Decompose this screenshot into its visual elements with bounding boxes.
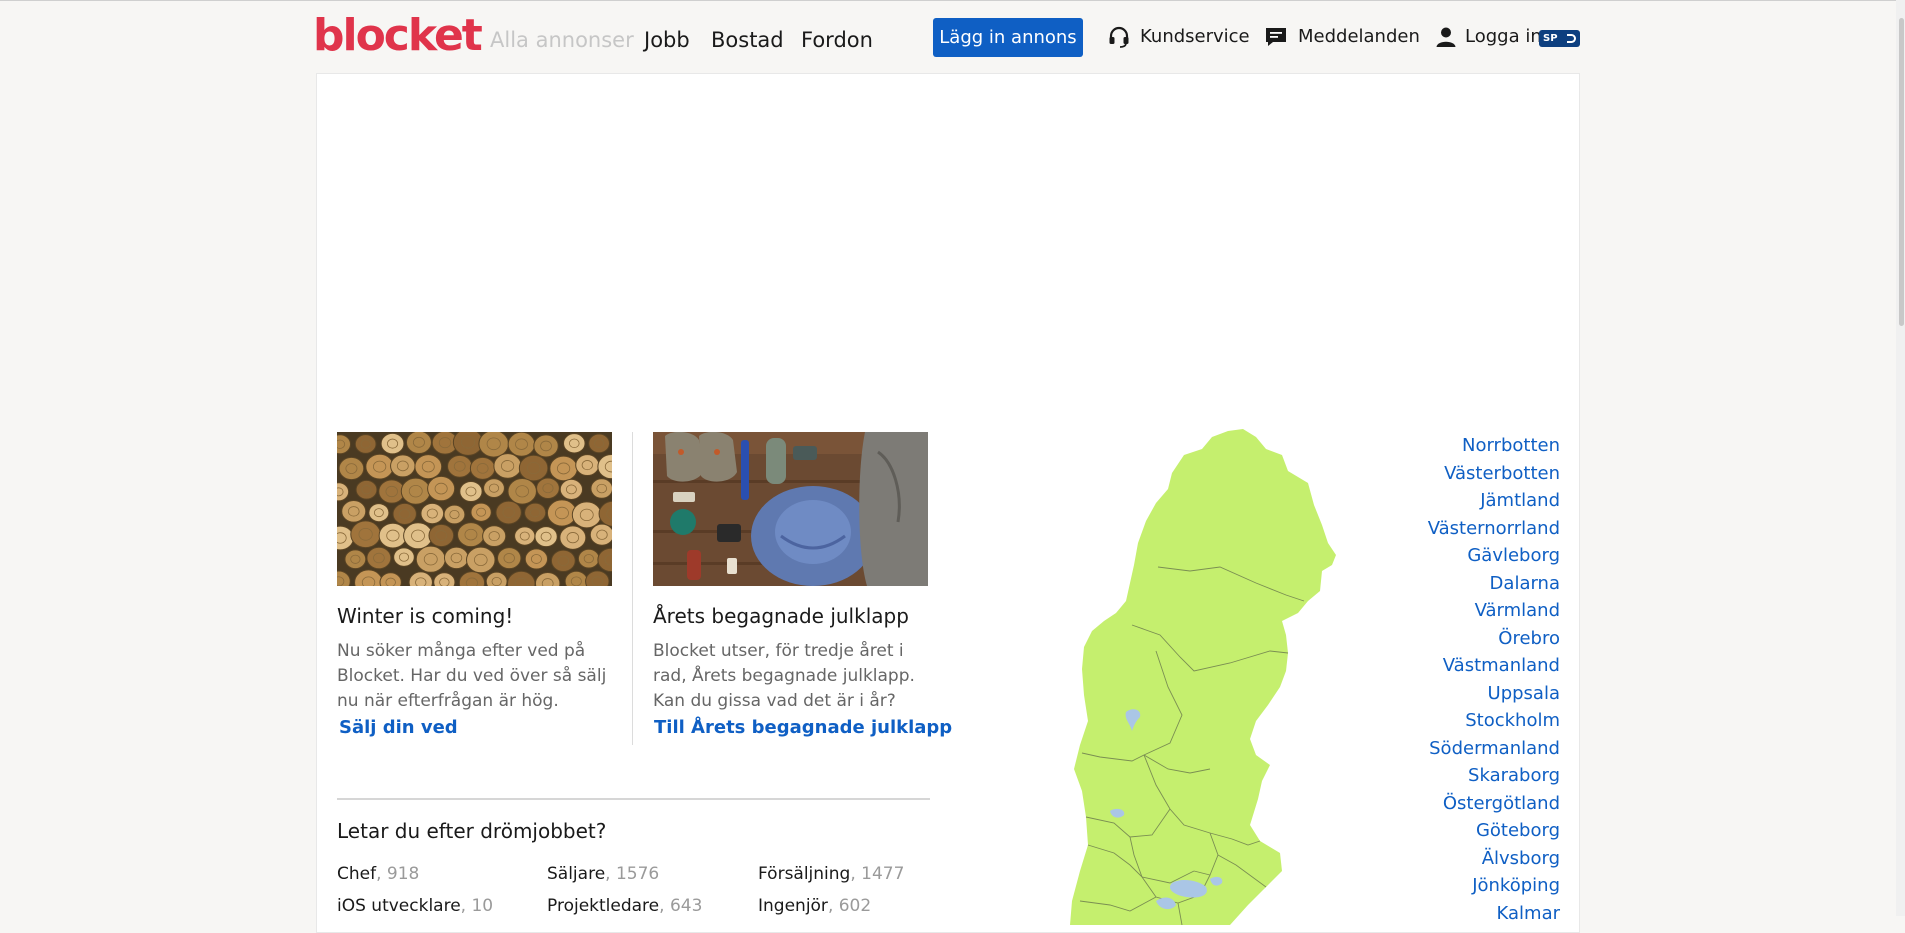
job-count: , 602 — [827, 896, 872, 916]
region-link-dalarna[interactable]: Dalarna — [1428, 570, 1560, 598]
customer-service-link[interactable]: Kundservice — [1107, 23, 1250, 51]
region-link-kalmar[interactable]: Kalmar — [1428, 900, 1560, 928]
region-link-vasternorrland[interactable]: Västernorrland — [1428, 515, 1560, 543]
region-link-goteborg[interactable]: Göteborg — [1428, 817, 1560, 845]
sell-firewood-link[interactable]: Sälj din ved — [339, 715, 458, 741]
card-divider — [632, 432, 633, 745]
region-list: Norrbotten Västerbotten Jämtland Västern… — [1428, 432, 1560, 927]
nav-all-ads[interactable]: Alla annonser — [490, 26, 634, 54]
nav-housing[interactable]: Bostad — [711, 26, 784, 54]
nav-vehicles[interactable]: Fordon — [801, 26, 873, 54]
job-name: Projektledare — [547, 896, 660, 916]
job-name: Ingenjör — [758, 896, 828, 916]
card-title-winter[interactable]: Winter is coming! — [337, 603, 513, 629]
headset-icon — [1109, 26, 1129, 48]
job-count: , 643 — [659, 896, 703, 916]
job-category-link[interactable]: Ingenjör, 602 — [758, 894, 871, 918]
region-link-ostergotland[interactable]: Östergötland — [1428, 790, 1560, 818]
login-label: Logga in — [1465, 26, 1542, 47]
job-name: Säljare — [547, 864, 606, 884]
region-link-vastmanland[interactable]: Västmanland — [1428, 652, 1560, 680]
spid-badge: SP — [1539, 30, 1580, 47]
region-link-uppsala[interactable]: Uppsala — [1428, 680, 1560, 708]
card-text-winter: Nu söker många efter ved på Blocket. Har… — [337, 641, 607, 711]
job-count: , 10 — [460, 896, 494, 916]
region-link-skaraborg[interactable]: Skaraborg — [1428, 762, 1560, 790]
firewood-image[interactable] — [337, 432, 612, 586]
job-count: , 1477 — [850, 864, 905, 884]
jobs-heading: Letar du efter drömjobbet? — [337, 819, 607, 843]
job-category-link[interactable]: Chef, 918 — [337, 862, 419, 886]
region-link-norrbotten[interactable]: Norrbotten — [1428, 432, 1560, 460]
message-icon — [1266, 28, 1286, 46]
job-name: iOS utvecklare — [337, 896, 461, 916]
map-landmass[interactable] — [1070, 429, 1336, 925]
region-link-vasterbotten[interactable]: Västerbotten — [1428, 460, 1560, 488]
post-ad-button[interactable]: Lägg in annons — [933, 18, 1083, 57]
region-link-jamtland[interactable]: Jämtland — [1428, 487, 1560, 515]
job-category-link[interactable]: Säljare, 1576 — [547, 862, 659, 886]
user-icon — [1436, 27, 1456, 47]
region-link-stockholm[interactable]: Stockholm — [1428, 707, 1560, 735]
job-category-link[interactable]: Projektledare, 643 — [547, 894, 702, 918]
region-link-sodermanland[interactable]: Södermanland — [1428, 735, 1560, 763]
gear-flatlay-image[interactable] — [653, 432, 928, 586]
region-link-alvsborg[interactable]: Älvsborg — [1428, 845, 1560, 873]
site-header: blocket Alla annonser Jobb Bostad Fordon… — [0, 0, 1905, 74]
sweden-map[interactable] — [1060, 425, 1350, 926]
job-count: , 1576 — [605, 864, 660, 884]
region-link-orebro[interactable]: Örebro — [1428, 625, 1560, 653]
job-name: Försäljning — [758, 864, 851, 884]
gift-of-the-year-link[interactable]: Till Årets begagnade julklapp — [654, 715, 952, 741]
card-text-gift: Blocket utser, för tredje året i rad, År… — [653, 641, 915, 711]
job-category-link[interactable]: Försäljning, 1477 — [758, 862, 904, 886]
region-link-varmland[interactable]: Värmland — [1428, 597, 1560, 625]
job-category-link[interactable]: iOS utvecklare, 10 — [337, 894, 493, 918]
customer-service-label: Kundservice — [1140, 26, 1250, 47]
ad-banner-area — [317, 74, 1579, 404]
card-title-gift[interactable]: Årets begagnade julklapp — [653, 603, 909, 629]
job-name: Chef — [337, 864, 377, 884]
messages-link[interactable]: Meddelanden — [1264, 23, 1420, 51]
region-link-jonkoping[interactable]: Jönköping — [1428, 872, 1560, 900]
blocket-logo[interactable]: blocket — [313, 10, 483, 62]
job-count: , 918 — [376, 864, 420, 884]
section-divider — [337, 798, 930, 800]
nav-jobs[interactable]: Jobb — [644, 26, 690, 54]
scrollbar-thumb[interactable] — [1899, 18, 1904, 326]
messages-label: Meddelanden — [1298, 26, 1420, 47]
region-link-gavleborg[interactable]: Gävleborg — [1428, 542, 1560, 570]
